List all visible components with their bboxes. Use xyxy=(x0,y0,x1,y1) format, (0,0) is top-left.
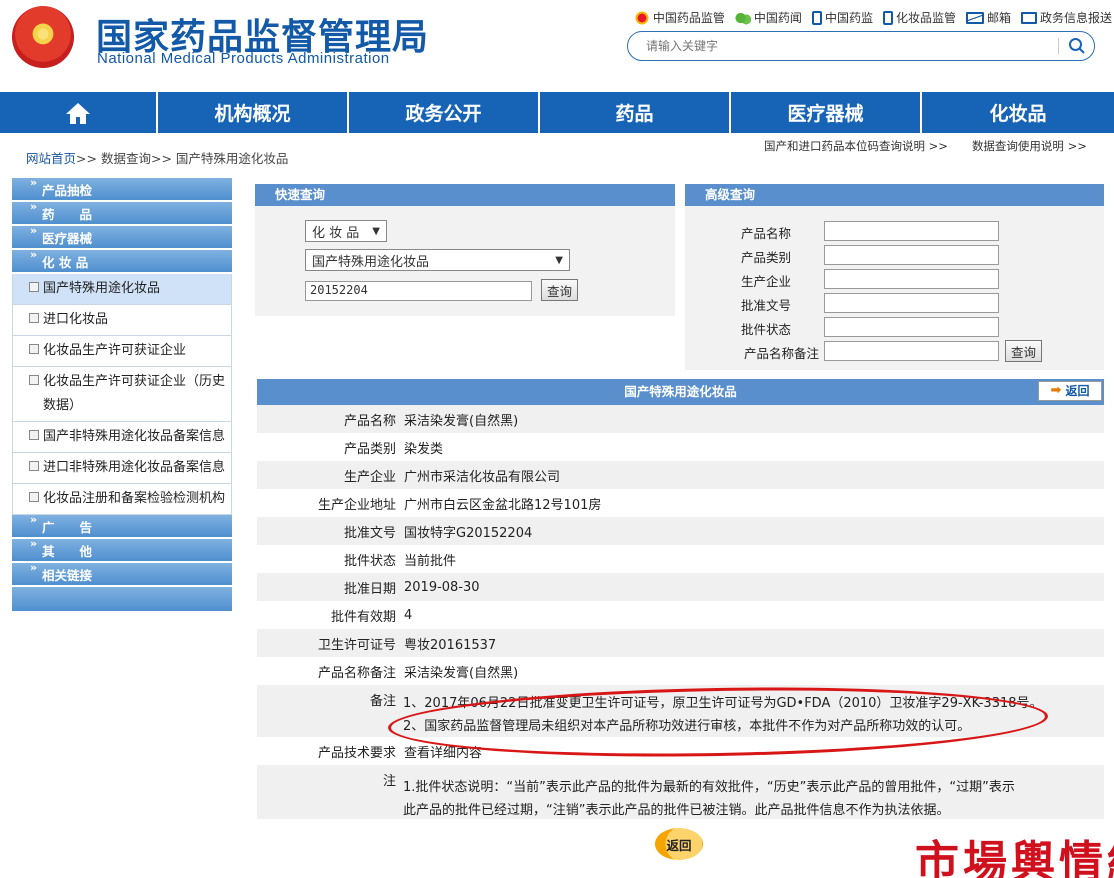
sidebar-header-links[interactable]: 相关链接 xyxy=(12,561,232,587)
search-divider xyxy=(1058,38,1059,54)
adv-label-remark: 产品名称备注 xyxy=(743,346,819,361)
advanced-query-panel: 高级查询 产品名称 产品类别 生产企业 批准文号 批件状态 产品名称备注 查询 xyxy=(685,184,1104,370)
sidebar-item-imported[interactable]: 进口化妆品 xyxy=(12,305,232,336)
main-nav: 机构概况 政务公开 药品 医疗器械 化妆品 xyxy=(0,92,1114,133)
adv-label-category: 产品类别 xyxy=(740,250,791,265)
wechat-icon xyxy=(734,10,751,25)
adv-field-company[interactable] xyxy=(824,269,999,289)
page-root: 国家药品监督管理局 National Medical Products Admi… xyxy=(0,0,1114,878)
top-link-report[interactable]: 政务信息报送 xyxy=(1020,9,1112,26)
breadcrumb: 网站首页>> 数据查询>> 国产特殊用途化妆品 xyxy=(26,151,289,166)
adv-label-name: 产品名称 xyxy=(740,226,791,241)
mobile-icon xyxy=(882,10,893,25)
sidebar-item-domestic-special[interactable]: 国产特殊用途化妆品 xyxy=(12,274,232,305)
sidebar-header-cosmetics[interactable]: 化 妆 品 xyxy=(12,248,232,274)
advanced-query-title: 高级查询 xyxy=(685,184,1104,206)
sidebar: 产品抽检 药 品 医疗器械 化 妆 品 国产特殊用途化妆品 进口化妆品 化妆品生… xyxy=(12,176,232,658)
advanced-query-button[interactable]: 查询 xyxy=(1005,340,1042,362)
arrow-right-icon: ➡ xyxy=(1050,383,1062,398)
sidebar-item-license-history[interactable]: 化妆品生产许可获证企业（历史数据） xyxy=(12,367,232,422)
watermark: 市場輿情網 xyxy=(915,837,1114,878)
table-row: 产品类别 染发类 xyxy=(343,441,444,457)
quick-query-button[interactable]: 查询 xyxy=(541,279,578,301)
sidebar-item-testing[interactable]: 化妆品注册和备案检验检测机构 xyxy=(12,484,232,515)
adv-label-approval: 批准文号 xyxy=(740,298,791,313)
breadcrumb-home[interactable]: 网站首页 xyxy=(26,151,76,166)
nav-home[interactable] xyxy=(0,92,158,133)
home-icon xyxy=(66,102,90,124)
top-link-weibo[interactable]: 中国药品监管 xyxy=(633,9,725,26)
table-row: 批准文号 国妆特字G20152204 xyxy=(257,517,1104,545)
national-emblem-icon xyxy=(12,6,74,68)
bottom-back-button[interactable]: 返回 xyxy=(655,828,703,860)
adv-field-status[interactable] xyxy=(824,317,999,337)
note-line-2: 此产品的批件已经过期，“注销”表示此产品的批件已被注销。此产品批件信息不作为执法… xyxy=(403,803,950,818)
sidebar-item-domestic-nonspecial[interactable]: 国产非特殊用途化妆品备案信息 xyxy=(12,422,232,453)
top-link-cosmetics[interactable]: 化妆品监管 xyxy=(882,9,956,26)
breadcrumb-current: 国产特殊用途化妆品 xyxy=(175,151,289,166)
back-button[interactable]: ➡ 返回 xyxy=(1038,381,1102,401)
help-link-code[interactable]: 国产和进口药品本位码查询说明 >> xyxy=(764,138,948,154)
table-row: 卫生许可证号 粤妆20161537 xyxy=(257,629,1104,657)
note-line-1: 1.批件状态说明：“当前”表示此产品的批件为最新的有效批件，“历史”表示此产品的… xyxy=(403,780,1015,795)
chevron-down-icon: ▼ xyxy=(372,225,380,237)
top-link-wechat[interactable]: 中国药闻 xyxy=(734,9,802,26)
detail-title: 国产特殊用途化妆品 ➡ 返回 xyxy=(257,379,1104,405)
table-row: 产品名称备注 采洁染发膏(自然黑) xyxy=(317,665,519,681)
table-row: 生产企业地址 广州市白云区金盆北路12号101房 xyxy=(317,497,602,513)
chevron-down-icon: ▼ xyxy=(555,254,563,266)
adv-label-status: 批件状态 xyxy=(740,322,791,337)
top-link-app[interactable]: 中国药监 xyxy=(811,9,873,26)
monitor-icon xyxy=(1020,11,1037,24)
keyword-input[interactable]: 20152204 xyxy=(305,281,532,301)
nav-item-drugs[interactable]: 药品 xyxy=(540,92,731,133)
adv-field-remark[interactable] xyxy=(824,341,999,361)
weibo-icon xyxy=(633,10,650,25)
breadcrumb-query[interactable]: 数据查询 xyxy=(101,151,151,166)
nav-item-government[interactable]: 政务公开 xyxy=(349,92,540,133)
quick-query-title: 快速查询 xyxy=(255,184,675,206)
search-box xyxy=(627,31,1095,61)
nav-item-devices[interactable]: 医疗器械 xyxy=(731,92,922,133)
subcategory-select[interactable]: 国产特殊用途化妆品 ▼ xyxy=(305,249,570,271)
org-name-en: National Medical Products Administration xyxy=(97,50,390,67)
adv-field-name[interactable] xyxy=(824,221,999,241)
help-link-usage[interactable]: 数据查询使用说明 >> xyxy=(972,138,1087,154)
category-select[interactable]: 化 妆 品 ▼ xyxy=(305,220,387,242)
adv-label-company: 生产企业 xyxy=(740,274,791,289)
quick-query-panel: 快速查询 化 妆 品 ▼ 国产特殊用途化妆品 ▼ 20152204 查询 xyxy=(255,184,675,316)
top-links: 中国药品监管 中国药闻 中国药监 化妆品监管 邮箱 政务信息报送 xyxy=(633,9,1112,26)
sidebar-header-sampling[interactable]: 产品抽检 xyxy=(12,176,232,202)
adv-field-category[interactable] xyxy=(824,245,999,265)
help-links: 国产和进口药品本位码查询说明 >> 数据查询使用说明 >> xyxy=(764,138,1087,154)
sidebar-item-license[interactable]: 化妆品生产许可获证企业 xyxy=(12,336,232,367)
search-input[interactable] xyxy=(646,37,1046,55)
sidebar-header-drugs[interactable]: 药 品 xyxy=(12,200,232,226)
table-row: 批准日期 2019-08-30 xyxy=(257,573,1104,601)
sidebar-item-imported-nonspecial[interactable]: 进口非特殊用途化妆品备案信息 xyxy=(12,453,232,484)
table-row: 产品名称 采洁染发膏(自然黑) xyxy=(257,405,1104,433)
table-row: 生产企业 广州市采洁化妆品有限公司 xyxy=(257,461,1104,489)
search-icon[interactable] xyxy=(1068,37,1086,55)
site-header: 国家药品监督管理局 National Medical Products Admi… xyxy=(0,0,1114,92)
table-row: 批件状态 当前批件 xyxy=(343,553,457,569)
nav-item-cosmetics[interactable]: 化妆品 xyxy=(922,92,1114,133)
adv-field-approval[interactable] xyxy=(824,293,999,313)
mail-icon xyxy=(965,11,984,24)
sidebar-header-other[interactable]: 其 他 xyxy=(12,537,232,563)
sidebar-header-devices[interactable]: 医疗器械 xyxy=(12,224,232,250)
nav-item-institution[interactable]: 机构概况 xyxy=(158,92,349,133)
sidebar-header-ads[interactable]: 广 告 xyxy=(12,513,232,539)
mobile-icon xyxy=(811,10,822,25)
sidebar-footer xyxy=(12,587,232,611)
top-link-mail[interactable]: 邮箱 xyxy=(965,9,1011,26)
table-row: 批件有效期 4 xyxy=(330,607,413,625)
